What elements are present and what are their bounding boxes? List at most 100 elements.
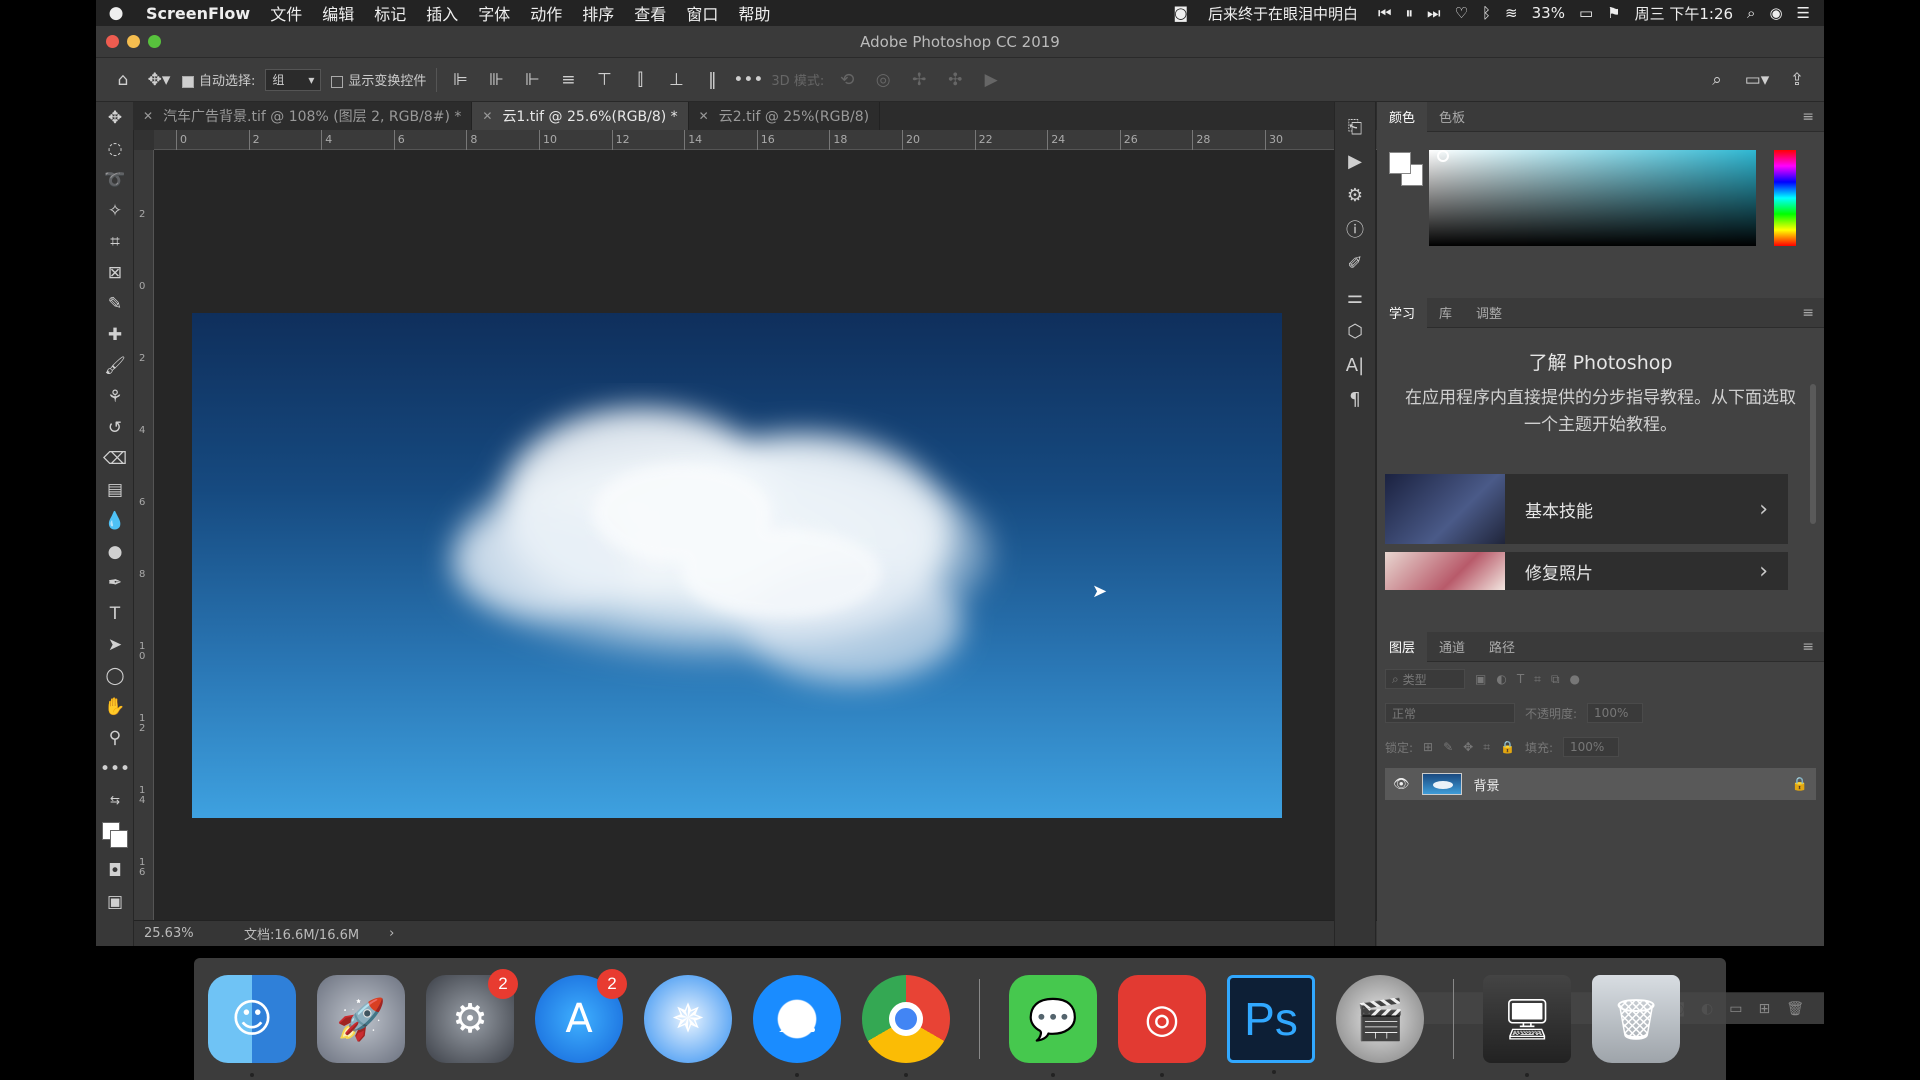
dock-wechat-icon[interactable]: 💬 bbox=[1009, 975, 1097, 1077]
align-middle-v-icon[interactable]: ⫿ bbox=[627, 67, 653, 93]
hue-slider[interactable] bbox=[1774, 150, 1796, 246]
layer-row[interactable]: 👁 背景 🔒 bbox=[1385, 768, 1816, 800]
distribute-icon[interactable]: ≡ bbox=[555, 67, 581, 93]
show-transform-checkbox[interactable]: 显示变换控件 bbox=[331, 70, 426, 89]
tab-swatches[interactable]: 色板 bbox=[1427, 102, 1477, 132]
tab-adjustments[interactable]: 调整 bbox=[1464, 298, 1514, 328]
brush-tool-icon[interactable]: 🖌 bbox=[96, 350, 134, 381]
gradient-tool-icon[interactable]: ▤ bbox=[96, 474, 134, 505]
dock-safari-icon[interactable]: ✵ bbox=[644, 975, 732, 1063]
bluetooth-icon[interactable]: ᛒ bbox=[1482, 4, 1491, 22]
eye-visibility-icon[interactable]: 👁 bbox=[1393, 777, 1410, 792]
edit-toolbar-icon[interactable]: ••• bbox=[96, 753, 134, 784]
swap-colors-icon[interactable]: ⇆ bbox=[96, 784, 134, 815]
blur-tool-icon[interactable]: 💧 bbox=[96, 505, 134, 536]
dock-trash-icon[interactable]: 🗑 bbox=[1592, 975, 1680, 1063]
menu-insert[interactable]: 插入 bbox=[416, 1, 468, 25]
distribute-v-icon[interactable]: ‖ bbox=[699, 67, 725, 93]
3d-scale-icon[interactable]: ▶ bbox=[978, 67, 1004, 93]
dock-screenflow-icon[interactable]: 🖥 bbox=[1483, 975, 1571, 1077]
dock-chrome-icon[interactable] bbox=[862, 975, 950, 1077]
doc-tab-car-ad[interactable]: ✕ 汽车广告背景.tif @ 108% (图层 2, RGB/8#) * bbox=[133, 102, 473, 130]
type-tool-icon[interactable]: T bbox=[96, 598, 134, 629]
dock-final-cut-icon[interactable]: 🎬 bbox=[1336, 975, 1424, 1063]
auto-select-dropdown[interactable]: 组 ▾ bbox=[265, 68, 322, 91]
dock-app-store-icon[interactable]: A2 bbox=[535, 969, 627, 1063]
3d-slide-icon[interactable]: ✣ bbox=[942, 67, 968, 93]
tab-color[interactable]: 颜色 bbox=[1377, 101, 1428, 132]
shape-tool-icon[interactable]: ◯ bbox=[96, 660, 134, 691]
opacity-field[interactable]: 100% bbox=[1587, 703, 1644, 723]
lock-pixels-icon[interactable]: ✎ bbox=[1443, 740, 1453, 754]
lock-position-icon[interactable]: ✥ bbox=[1463, 740, 1473, 754]
notification-center-icon[interactable]: ☰ bbox=[1797, 4, 1810, 22]
fill-field[interactable]: 100% bbox=[1563, 737, 1619, 757]
workspace-icon[interactable]: ▭▾ bbox=[1744, 67, 1770, 93]
align-left-icon[interactable]: ⊫ bbox=[447, 67, 473, 93]
align-bottom-icon[interactable]: ⊥ bbox=[663, 67, 689, 93]
align-right-icon[interactable]: ⊩ bbox=[519, 67, 545, 93]
3d-roll-icon[interactable]: ◎ bbox=[870, 67, 896, 93]
quick-mask-icon[interactable]: ◘ bbox=[96, 855, 134, 886]
lock-transparent-icon[interactable]: ⊞ bbox=[1423, 740, 1433, 754]
close-tab-icon[interactable]: ✕ bbox=[143, 109, 153, 123]
dodge-tool-icon[interactable]: ● bbox=[96, 536, 134, 567]
tab-paths[interactable]: 路径 bbox=[1477, 632, 1527, 662]
filter-smart-object-icon[interactable]: ⧉ bbox=[1551, 672, 1560, 687]
screen-record-icon[interactable]: ◙ bbox=[1173, 4, 1188, 22]
3d-orbit-icon[interactable]: ⟲ bbox=[834, 67, 860, 93]
panel-menu-icon[interactable]: ≡ bbox=[1802, 639, 1814, 655]
healing-brush-tool-icon[interactable]: ✚ bbox=[96, 319, 134, 350]
magic-wand-tool-icon[interactable]: ✧ bbox=[96, 195, 134, 226]
new-layer-icon[interactable]: ⊞ bbox=[1758, 1001, 1770, 1017]
more-options-icon[interactable]: ••• bbox=[733, 67, 763, 93]
menu-file[interactable]: 文件 bbox=[260, 1, 312, 25]
close-tab-icon[interactable]: ✕ bbox=[482, 109, 492, 123]
lock-all-icon[interactable]: 🔒 bbox=[1500, 740, 1515, 754]
panel-menu-icon[interactable]: ≡ bbox=[1802, 305, 1814, 321]
filter-type-icon[interactable]: T bbox=[1517, 672, 1524, 686]
color-picker-field[interactable] bbox=[1429, 150, 1756, 246]
filter-pixel-icon[interactable]: ▣ bbox=[1475, 672, 1486, 686]
ruler-horizontal[interactable]: 0 2 4 6 8 10 12 14 16 18 20 22 24 26 28 30 bbox=[154, 130, 1464, 150]
filter-shape-icon[interactable]: ⌗ bbox=[1534, 672, 1541, 687]
menu-action[interactable]: 动作 bbox=[520, 1, 572, 25]
pen-tool-icon[interactable]: ✒ bbox=[96, 567, 134, 598]
dock-launchpad-icon[interactable]: 🚀 bbox=[317, 975, 405, 1063]
panel-menu-icon[interactable]: ≡ bbox=[1802, 109, 1814, 125]
flag-icon[interactable]: ⚑ bbox=[1607, 4, 1620, 22]
eyedropper-tool-icon[interactable]: ✎ bbox=[96, 288, 134, 319]
apple-icon[interactable]: ● bbox=[96, 3, 136, 23]
crop-tool-icon[interactable]: ⌗ bbox=[96, 226, 134, 257]
status-menu-arrow[interactable]: › bbox=[389, 926, 394, 941]
battery-icon[interactable]: ▭ bbox=[1579, 4, 1593, 22]
adjust-sliders-icon[interactable]: ⚌ bbox=[1335, 280, 1375, 314]
auto-select-checkbox[interactable]: 自动选择: bbox=[182, 70, 255, 89]
close-window-button[interactable] bbox=[106, 35, 119, 48]
share-icon[interactable]: ⇪ bbox=[1784, 67, 1810, 93]
3d-cube-icon[interactable]: ⬡ bbox=[1335, 314, 1375, 348]
dock-finder-icon[interactable]: ☺ bbox=[208, 975, 296, 1077]
lock-artboard-icon[interactable]: ⌗ bbox=[1483, 740, 1490, 755]
path-selection-tool-icon[interactable]: ➤ bbox=[96, 629, 134, 660]
paragraph-panel-icon[interactable]: ¶ bbox=[1335, 382, 1375, 416]
screen-mode-icon[interactable]: ▣ bbox=[96, 886, 134, 917]
properties-panel-icon[interactable]: ⚙ bbox=[1335, 178, 1375, 212]
dock-qq-browser-icon[interactable]: ☁ bbox=[753, 975, 841, 1077]
learn-scrollbar[interactable] bbox=[1810, 384, 1816, 524]
tab-layers[interactable]: 图层 bbox=[1377, 631, 1428, 662]
hand-tool-icon[interactable]: ✋ bbox=[96, 691, 134, 722]
color-picker-knob[interactable] bbox=[1437, 150, 1449, 162]
new-group-icon[interactable]: ▭ bbox=[1729, 1001, 1742, 1017]
menu-window[interactable]: 窗口 bbox=[676, 1, 728, 25]
heart-icon[interactable]: ♡ bbox=[1455, 4, 1468, 22]
siri-icon[interactable]: ◉ bbox=[1769, 4, 1782, 22]
doc-tab-cloud1[interactable]: ✕ 云1.tif @ 25.6%(RGB/8) * bbox=[472, 102, 689, 130]
spotlight-icon[interactable]: ⌕ bbox=[1747, 4, 1755, 22]
prev-track-icon[interactable]: ⏮ bbox=[1378, 4, 1392, 22]
brush-settings-icon[interactable]: ✐ bbox=[1335, 246, 1375, 280]
actions-panel-icon[interactable]: ▶ bbox=[1335, 144, 1375, 178]
foreground-background-color-icon[interactable] bbox=[96, 815, 134, 855]
zoom-window-button[interactable] bbox=[148, 35, 161, 48]
move-tool-preset-icon[interactable]: ✥▾ bbox=[146, 67, 172, 93]
